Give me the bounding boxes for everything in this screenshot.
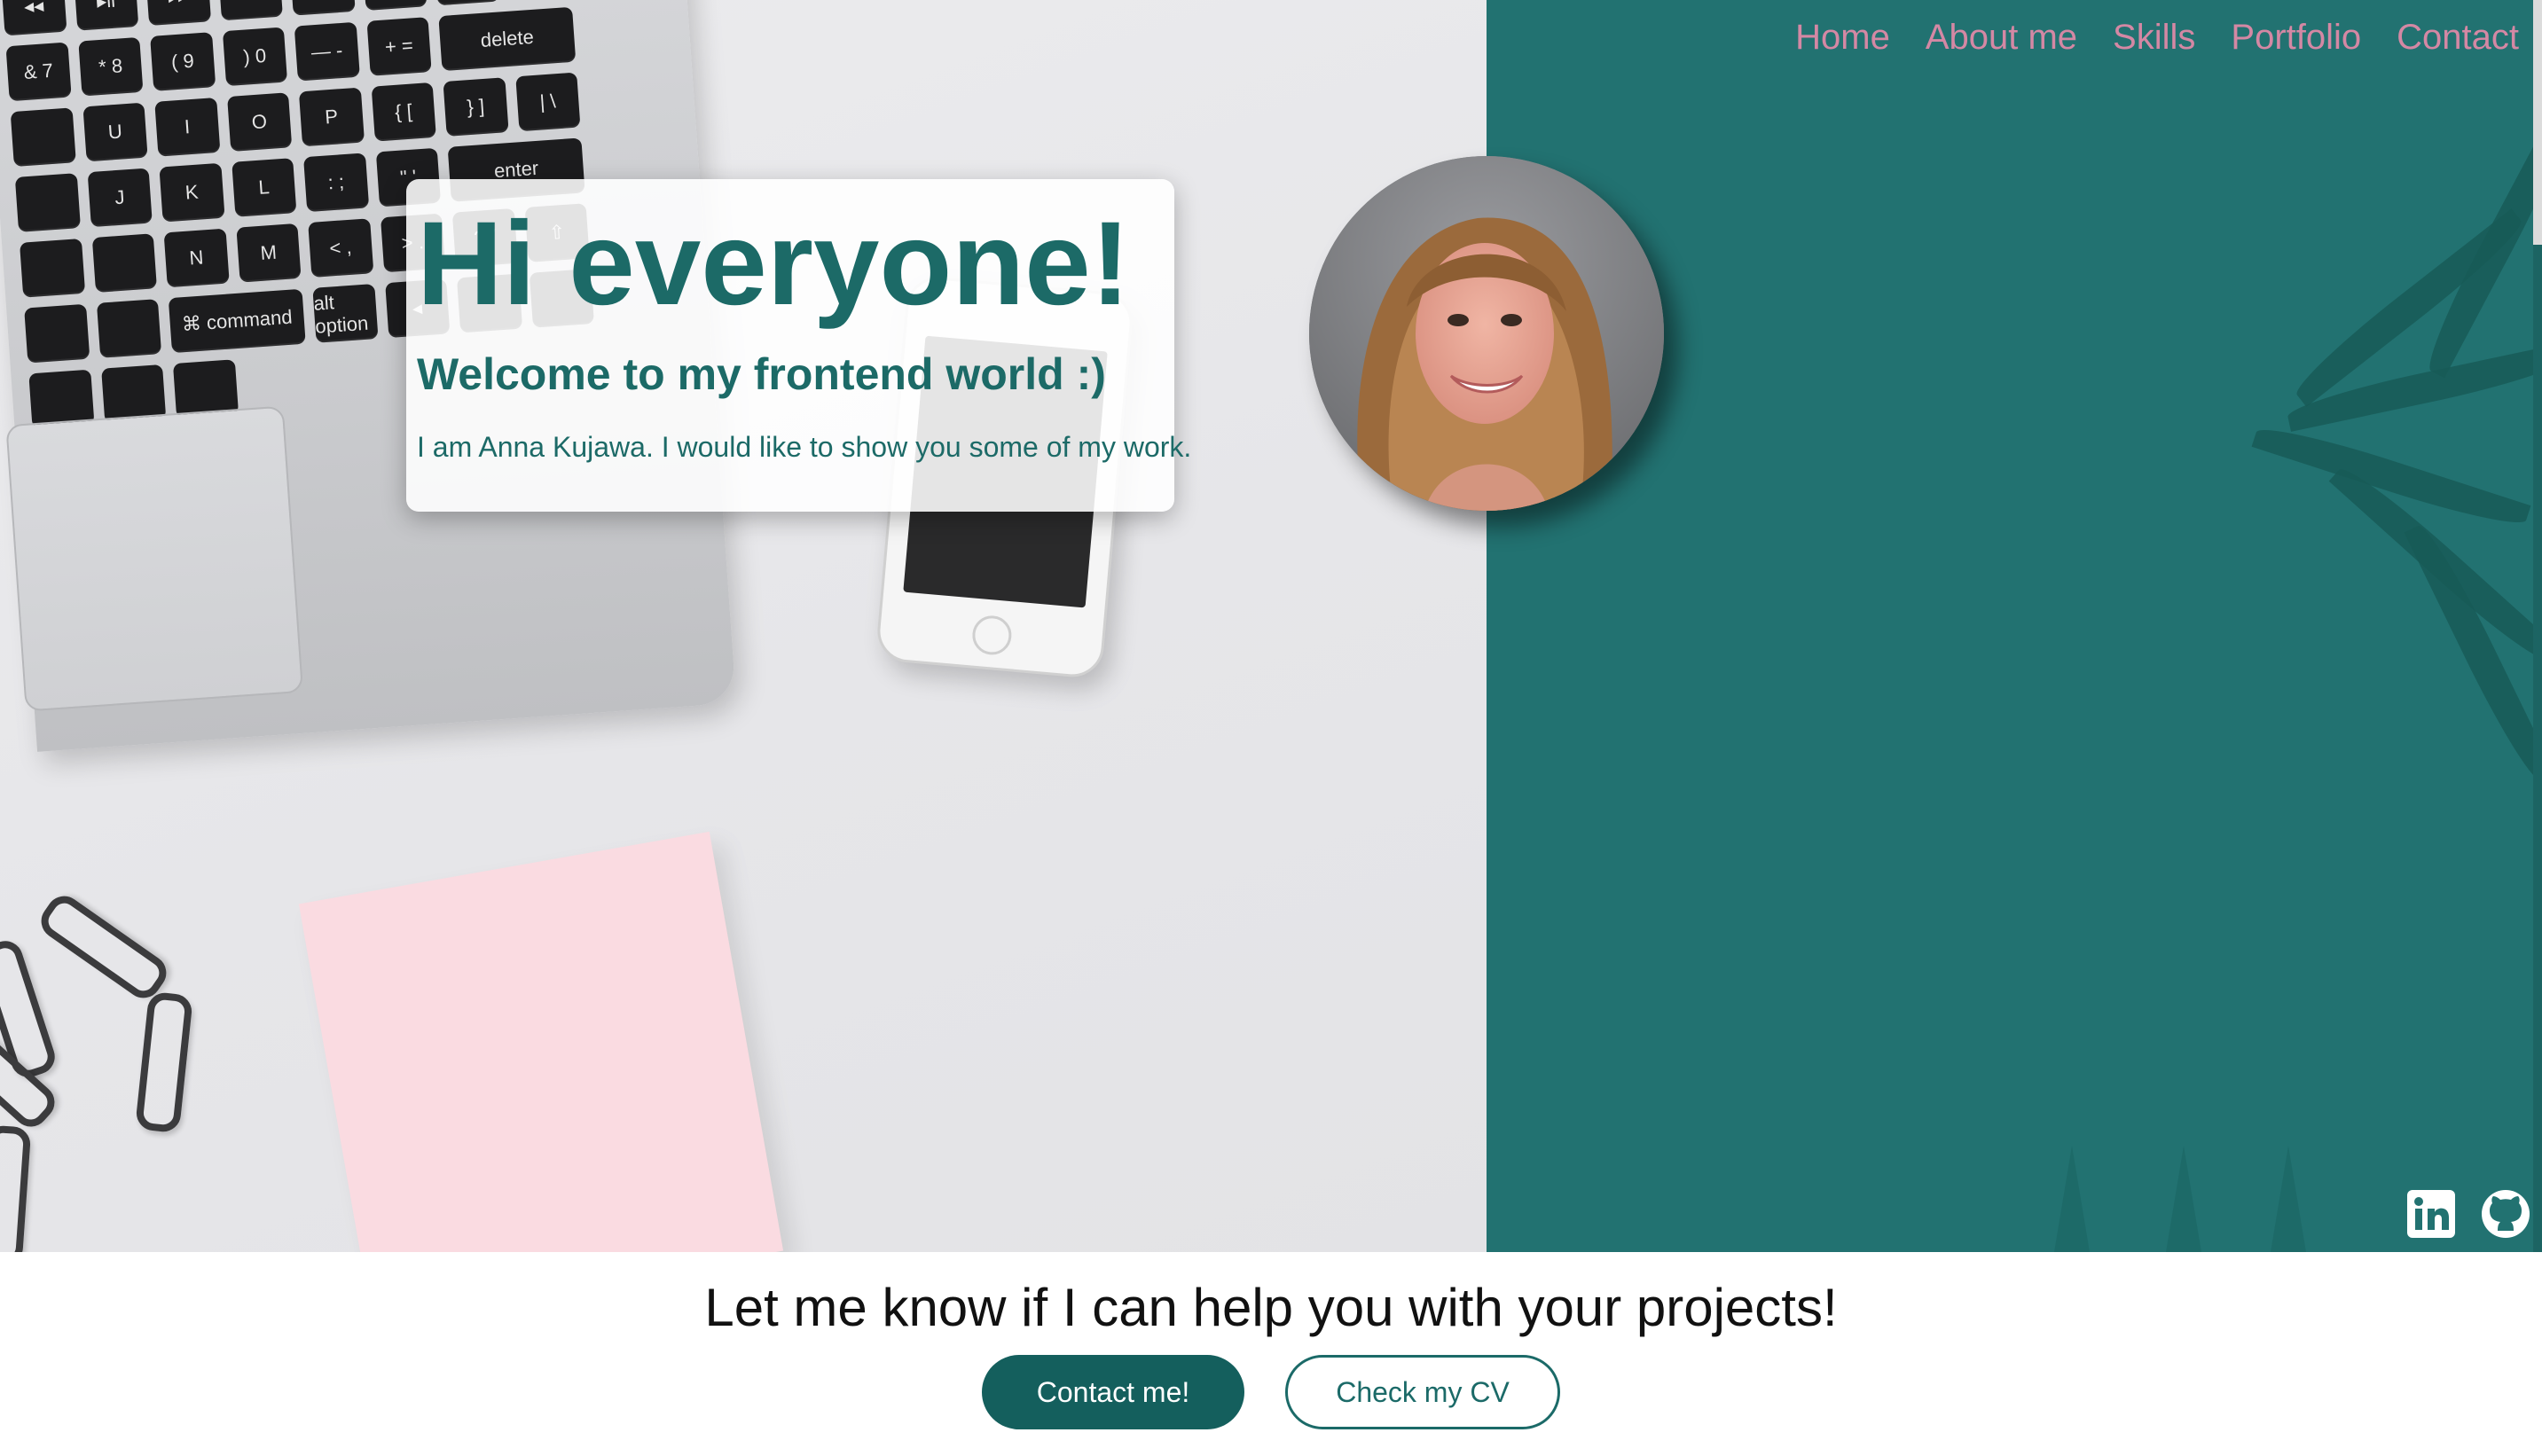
keyboard-key <box>24 303 90 364</box>
linkedin-icon[interactable] <box>2405 1188 2457 1240</box>
keyboard-key: ◂◂ <box>1 0 67 36</box>
keyboard-key <box>14 173 81 232</box>
keyboard-key: ◂) <box>289 0 356 16</box>
decorative-pin <box>2054 1146 2090 1252</box>
main-nav: Home About me Skills Portfolio Contact <box>1795 18 2519 58</box>
laptop-trackpad <box>5 405 304 712</box>
keyboard-key: ◂ <box>217 0 283 21</box>
keyboard-key: | \ <box>514 72 581 132</box>
nav-about-me[interactable]: About me <box>1926 18 2077 58</box>
sticky-note <box>298 831 784 1252</box>
decorative-pin <box>2166 1146 2201 1252</box>
cta-section: Let me know if I can help you with your … <box>0 1252 2542 1456</box>
keyboard-key: & 7 <box>5 42 72 102</box>
github-icon[interactable] <box>2480 1188 2531 1240</box>
keyboard-key: L <box>231 158 297 217</box>
hero-section: ◂◂▸ll▸▸ ◂ ◂) ◂)) & 7* 8( 9) 0— -+ =delete UIO… <box>0 0 2542 1252</box>
keyboard-key <box>434 0 499 6</box>
keyboard-key: P <box>298 87 365 147</box>
keyboard-key: O <box>226 92 293 152</box>
phone-home-button <box>970 614 1014 657</box>
keyboard-key: * 8 <box>77 36 144 97</box>
keyboard-key: — - <box>294 21 360 82</box>
greeting-intro: I am Anna Kujawa. I would like to show y… <box>417 431 1192 463</box>
cta-buttons: Contact me! Check my CV <box>0 1355 2542 1429</box>
keyboard-key: ) 0 <box>222 27 288 87</box>
profile-avatar <box>1309 156 1664 511</box>
page-scrollbar[interactable] <box>2533 0 2542 1252</box>
keyboard-key: M <box>235 223 302 283</box>
paper-clip <box>34 888 174 1006</box>
keyboard-key <box>10 107 76 168</box>
keyboard-key: } ] <box>443 77 509 137</box>
keyboard-key: delete <box>438 6 577 72</box>
keyboard-key: J <box>87 168 153 228</box>
keyboard-key: U <box>82 102 148 162</box>
keyboard-key: alt option <box>312 284 379 343</box>
plant-leaf <box>2404 519 2542 788</box>
keyboard-key <box>91 233 157 293</box>
keyboard-key: ◂)) <box>361 0 428 11</box>
greeting-subtitle: Welcome to my frontend world :) <box>417 349 1106 399</box>
keyboard-key: + = <box>366 17 432 76</box>
keyboard-key: < , <box>308 218 373 278</box>
keyboard-key: ▸ll <box>73 0 139 31</box>
nav-contact[interactable]: Contact <box>2397 18 2519 58</box>
keyboard-key: ⌘ command <box>168 288 306 354</box>
greeting-title: Hi everyone! <box>417 198 1131 330</box>
keyboard-key: : ; <box>303 153 369 213</box>
keyboard-key <box>506 0 572 1</box>
plant-leaf <box>2417 113 2542 379</box>
paper-clip <box>0 1124 32 1252</box>
decorative-pin <box>2271 1146 2306 1252</box>
keyboard-key: ▸▸ <box>145 0 211 27</box>
check-cv-button[interactable]: Check my CV <box>1285 1355 1560 1429</box>
keyboard-key: N <box>163 228 230 288</box>
greeting-card: Hi everyone! Welcome to my frontend worl… <box>406 179 1192 512</box>
keyboard-key: ( 9 <box>150 32 216 91</box>
keyboard-key: K <box>159 162 225 223</box>
avatar-portrait <box>1309 156 1664 511</box>
nav-portfolio[interactable]: Portfolio <box>2231 18 2361 58</box>
keyboard-key: I <box>154 97 220 157</box>
keyboard-key <box>19 238 85 298</box>
social-links <box>2405 1188 2531 1240</box>
keyboard-key: { [ <box>371 82 436 142</box>
nav-home[interactable]: Home <box>1795 18 1890 58</box>
paper-clip <box>134 990 194 1134</box>
contact-me-button[interactable]: Contact me! <box>982 1355 1244 1429</box>
keyboard-key <box>96 299 162 358</box>
nav-skills[interactable]: Skills <box>2113 18 2195 58</box>
cta-title: Let me know if I can help you with your … <box>704 1278 1838 1337</box>
teal-panel <box>1487 0 2542 1252</box>
